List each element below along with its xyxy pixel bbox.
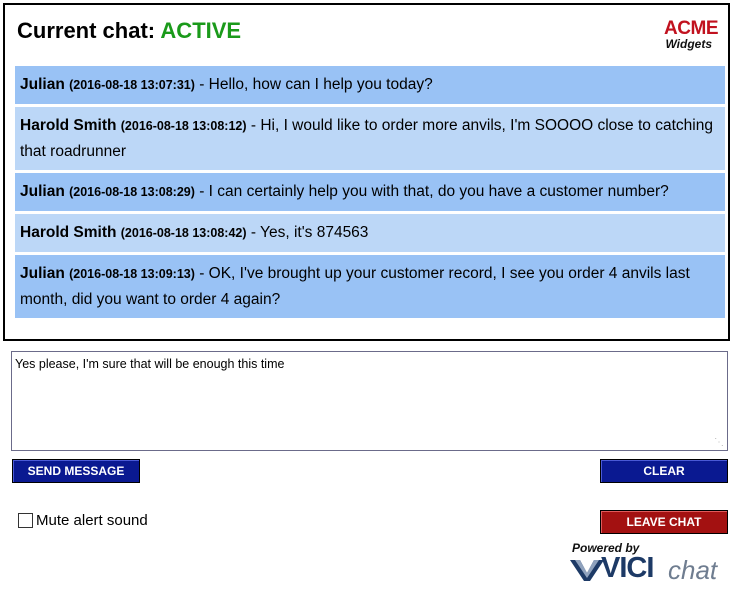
chat-status: ACTIVE: [160, 18, 242, 43]
vicichat-logo: Powered by VICI chat: [568, 541, 730, 585]
leave-chat-button[interactable]: LEAVE CHAT: [600, 510, 728, 534]
message-sender: Harold Smith: [20, 117, 117, 134]
message-text: - Yes, it's 874563: [246, 224, 369, 241]
chat-transcript-panel: Current chat: ACTIVE ACME Widgets Julian…: [3, 3, 730, 341]
acme-logo-sub: Widgets: [665, 37, 712, 51]
mute-checkbox[interactable]: [18, 512, 33, 528]
message-timestamp: (2016-08-18 13:07:31): [69, 78, 195, 92]
reply-input[interactable]: Yes please, I'm sure that will be enough…: [11, 351, 728, 451]
message-timestamp: (2016-08-18 13:09:13): [69, 267, 195, 281]
chat-title: Current chat: ACTIVE: [17, 18, 241, 44]
message-timestamp: (2016-08-18 13:08:42): [120, 226, 247, 240]
message-timestamp: (2016-08-18 13:08:12): [120, 119, 247, 133]
acme-logo-word: ACME: [664, 18, 718, 39]
message-timestamp: (2016-08-18 13:08:29): [69, 185, 195, 199]
message-row: Harold Smith (2016-08-18 13:08:42) - Yes…: [15, 214, 725, 252]
message-sender: Harold Smith: [20, 224, 117, 241]
chat-brand-word: chat: [668, 555, 718, 585]
message-text: - I can certainly help you with that, do…: [194, 183, 669, 200]
mute-alert-toggle[interactable]: Mute alert sound: [18, 511, 148, 529]
vici-brand-word: VICI: [601, 552, 654, 584]
acme-logo: ACME Widgets: [648, 19, 718, 55]
clear-button[interactable]: CLEAR: [600, 459, 728, 483]
message-sender: Julian: [20, 183, 65, 200]
message-text: - Hello, how can I help you today?: [194, 76, 433, 93]
message-row: Harold Smith (2016-08-18 13:08:12) - Hi,…: [15, 107, 725, 170]
message-row: Julian (2016-08-18 13:08:29) - I can cer…: [15, 173, 725, 211]
message-sender: Julian: [20, 265, 65, 282]
message-row: Julian (2016-08-18 13:09:13) - OK, I've …: [15, 255, 725, 318]
vici-v-mark-icon: [570, 560, 604, 581]
message-sender: Julian: [20, 76, 65, 93]
send-message-button[interactable]: SEND MESSAGE: [12, 459, 140, 483]
message-row: Julian (2016-08-18 13:07:31) - Hello, ho…: [15, 66, 725, 104]
message-list: Julian (2016-08-18 13:07:31) - Hello, ho…: [15, 66, 725, 321]
chat-title-label: Current chat:: [17, 18, 156, 43]
mute-label: Mute alert sound: [36, 511, 148, 529]
